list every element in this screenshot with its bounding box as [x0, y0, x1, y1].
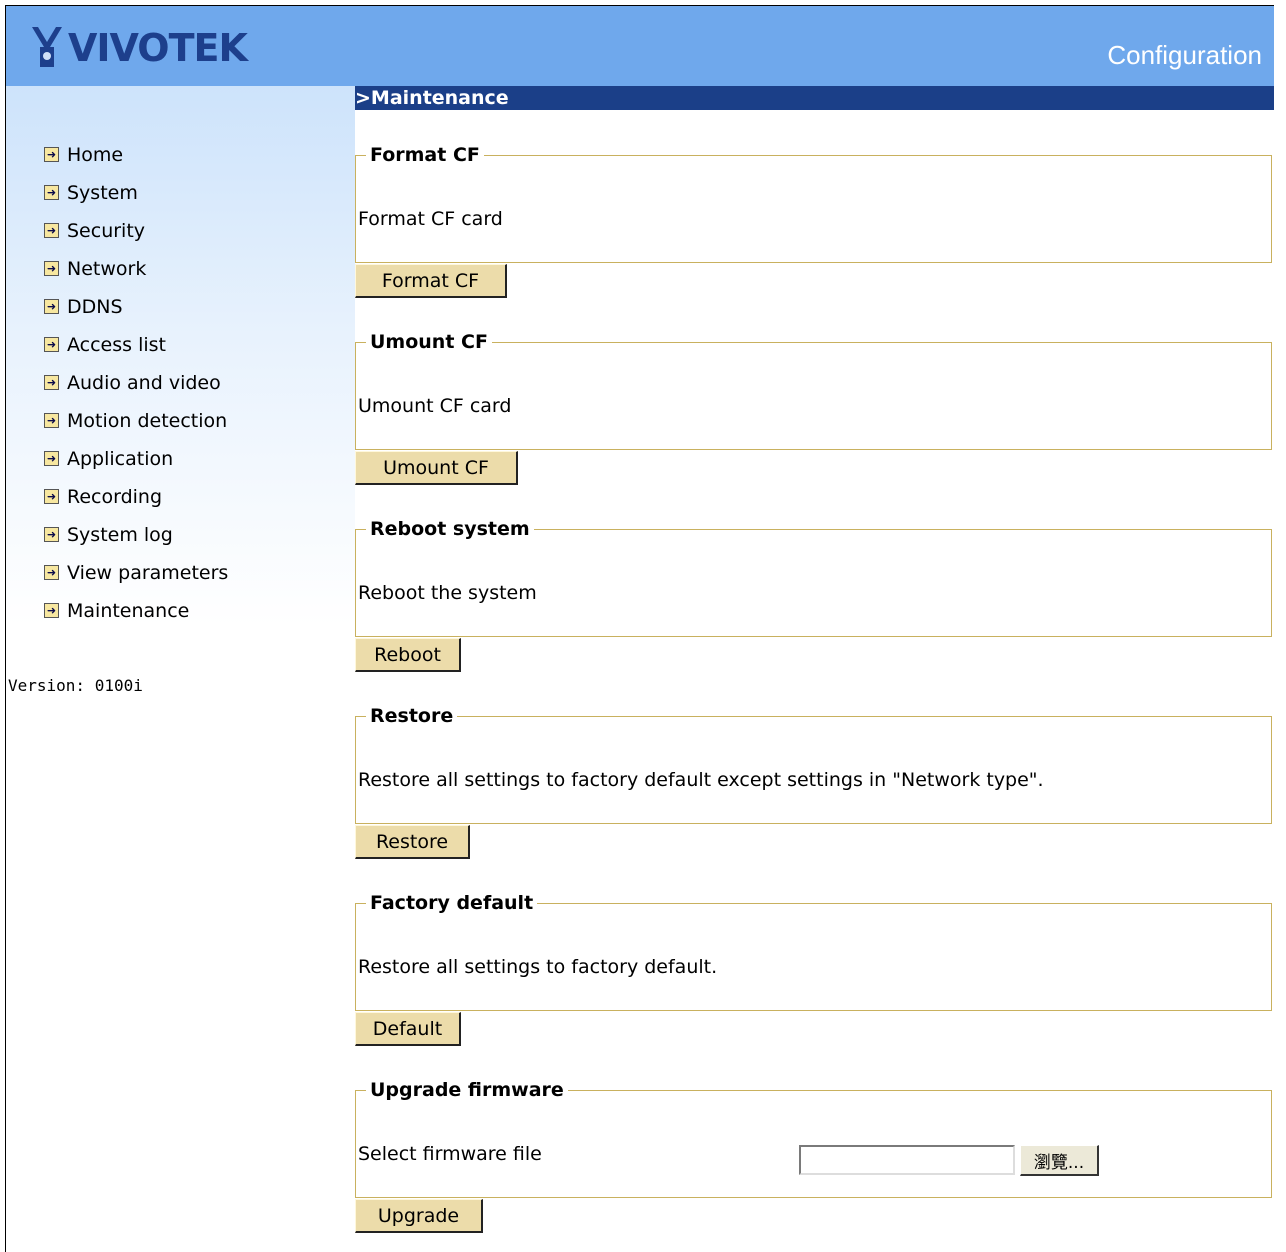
sidebar: ➜ Home ➜ System ➜ Security ➜ Network ➜ DDNS ➜… — [6, 86, 355, 1246]
group-legend: Umount CF — [366, 331, 492, 353]
sidebar-item-label: Home — [67, 144, 124, 166]
sidebar-item-label: Motion detection — [67, 410, 228, 432]
restore-button[interactable]: Restore — [355, 825, 470, 859]
group-description: Format CF card — [358, 208, 503, 230]
sidebar-item-label: System — [67, 182, 138, 204]
umount-cf-group: Umount CF Umount CF card — [355, 331, 1272, 450]
sidebar-item-label: Maintenance — [67, 600, 190, 622]
arrow-right-icon: ➜ — [44, 489, 59, 504]
sidebar-item-label: Network — [67, 258, 147, 280]
sidebar-nav: ➜ Home ➜ System ➜ Security ➜ Network ➜ DDNS ➜… — [44, 143, 228, 637]
arrow-right-icon: ➜ — [44, 375, 59, 390]
sidebar-item-label: Access list — [67, 334, 166, 356]
sidebar-item-label: DDNS — [67, 296, 123, 318]
header-bar: VIVOTEK Configuration — [6, 6, 1274, 86]
upgrade-button[interactable]: Upgrade — [355, 1199, 483, 1233]
camera-logo-icon — [32, 27, 62, 67]
group-legend: Factory default — [366, 892, 538, 914]
sidebar-item-access-list[interactable]: ➜ Access list — [44, 333, 228, 371]
sidebar-item-ddns[interactable]: ➜ DDNS — [44, 295, 228, 333]
browse-button[interactable]: 瀏覽... — [1020, 1145, 1099, 1176]
arrow-right-icon: ➜ — [44, 413, 59, 428]
arrow-right-icon: ➜ — [44, 299, 59, 314]
version-label: Version: 0100i — [8, 676, 143, 695]
group-description: Restore all settings to factory default. — [358, 956, 718, 978]
sidebar-item-recording[interactable]: ➜ Recording — [44, 485, 228, 523]
group-description: Reboot the system — [358, 582, 537, 604]
arrow-right-icon: ➜ — [44, 185, 59, 200]
arrow-right-icon: ➜ — [44, 147, 59, 162]
sidebar-item-view-parameters[interactable]: ➜ View parameters — [44, 561, 228, 599]
sidebar-item-label: Security — [67, 220, 146, 242]
vivotek-logo: VIVOTEK — [30, 20, 248, 76]
group-description: Umount CF card — [358, 395, 512, 417]
reboot-button[interactable]: Reboot — [355, 638, 461, 672]
page-title: Configuration — [1107, 40, 1262, 70]
arrow-right-icon: ➜ — [44, 451, 59, 466]
group-legend: Upgrade firmware — [366, 1079, 568, 1101]
restore-group: Restore Restore all settings to factory … — [355, 705, 1272, 824]
sidebar-item-label: Application — [67, 448, 174, 470]
sidebar-item-label: Audio and video — [67, 372, 221, 394]
sidebar-item-maintenance[interactable]: ➜ Maintenance — [44, 599, 228, 637]
arrow-right-icon: ➜ — [44, 223, 59, 238]
sidebar-item-network[interactable]: ➜ Network — [44, 257, 228, 295]
reboot-system-group: Reboot system Reboot the system — [355, 518, 1272, 637]
arrow-right-icon: ➜ — [44, 565, 59, 580]
sidebar-item-security[interactable]: ➜ Security — [44, 219, 228, 257]
sidebar-item-system[interactable]: ➜ System — [44, 181, 228, 219]
format-cf-button[interactable]: Format CF — [355, 264, 507, 298]
section-title-bar: >Maintenance — [355, 86, 1274, 110]
sidebar-item-application[interactable]: ➜ Application — [44, 447, 228, 485]
sidebar-item-audio-video[interactable]: ➜ Audio and video — [44, 371, 228, 409]
sidebar-item-label: Recording — [67, 486, 163, 508]
arrow-right-icon: ➜ — [44, 337, 59, 352]
sidebar-item-system-log[interactable]: ➜ System log — [44, 523, 228, 561]
umount-cf-button[interactable]: Umount CF — [355, 451, 518, 485]
group-description: Select firmware file — [358, 1143, 542, 1165]
sidebar-item-label: View parameters — [67, 562, 229, 584]
firmware-file-input[interactable] — [799, 1145, 1015, 1175]
group-legend: Restore — [366, 705, 458, 727]
arrow-right-icon: ➜ — [44, 261, 59, 276]
group-description: Restore all settings to factory default … — [358, 769, 1044, 791]
default-button[interactable]: Default — [355, 1012, 461, 1046]
group-legend: Reboot system — [366, 518, 534, 540]
arrow-right-icon: ➜ — [44, 527, 59, 542]
sidebar-item-home[interactable]: ➜ Home — [44, 143, 228, 181]
sidebar-item-label: System log — [67, 524, 173, 546]
group-legend: Format CF — [366, 144, 484, 166]
upgrade-firmware-group: Upgrade firmware Select firmware file 瀏覽… — [355, 1079, 1272, 1198]
sidebar-item-motion-detection[interactable]: ➜ Motion detection — [44, 409, 228, 447]
factory-default-group: Factory default Restore all settings to … — [355, 892, 1272, 1011]
arrow-right-icon: ➜ — [44, 603, 59, 618]
logo-text: VIVOTEK — [68, 26, 248, 70]
format-cf-group: Format CF Format CF card — [355, 144, 1272, 263]
